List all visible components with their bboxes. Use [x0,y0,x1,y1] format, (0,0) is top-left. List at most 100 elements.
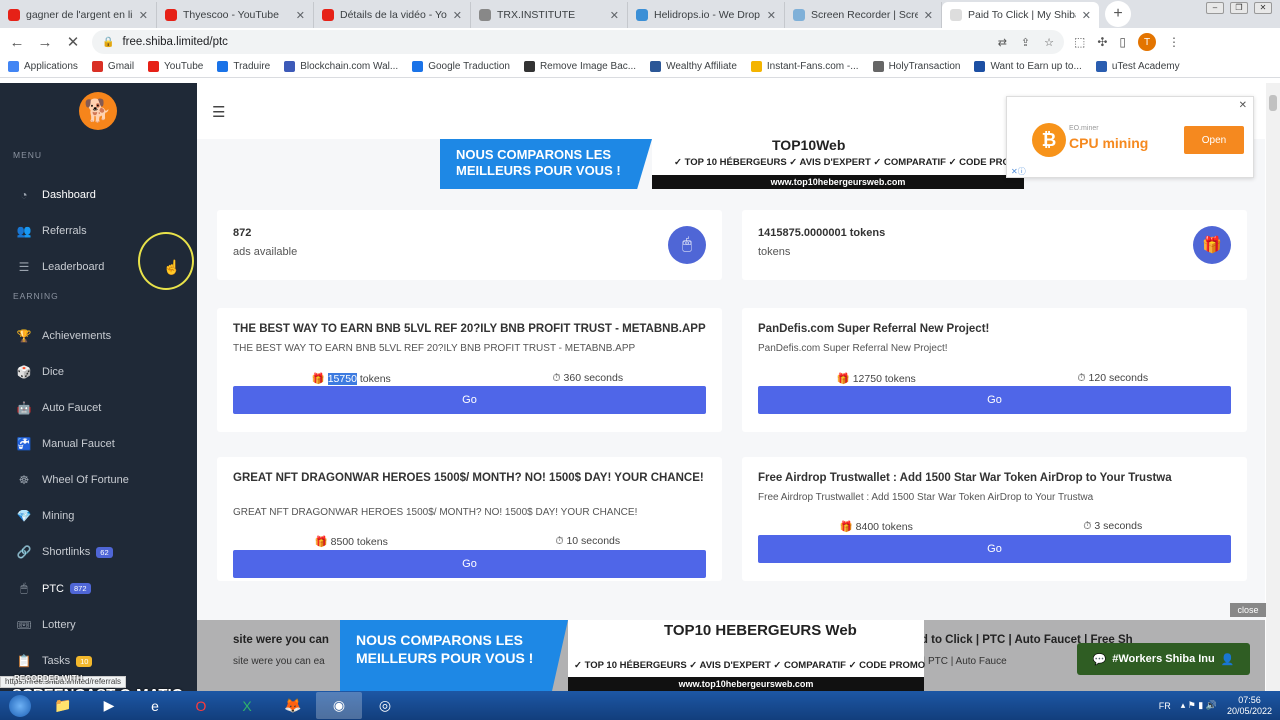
bookmark-item[interactable]: HolyTransaction [872,61,960,72]
close-window-button[interactable]: ✕ [1254,2,1272,14]
close-tab-icon[interactable]: ✕ [453,9,462,22]
bookmark-item[interactable]: YouTube [148,61,203,72]
browser-tab[interactable]: Helidrops.io - We Drop ✕ [628,2,785,28]
clock[interactable]: 07:56 20/05/2022 [1227,695,1272,717]
browser-tab[interactable]: gagner de l'argent en lig ✕ [0,2,157,28]
recorder-taskbar-icon[interactable]: ◎ [362,692,408,719]
bookmark-item[interactable]: Wealthy Affiliate [650,61,737,72]
duration-value: 10 seconds [566,535,621,547]
top-ad-banner[interactable]: NOUS COMPARONS LES MEILLEURS POUR VOUS !… [440,137,1024,189]
start-button[interactable] [0,692,40,720]
browser-tab[interactable]: TRX.INSTITUTE ✕ [471,2,628,28]
scrollbar-thumb[interactable] [1269,95,1277,111]
reward-amount: 15750 [327,373,357,385]
go-button[interactable]: Go [758,386,1231,414]
opera-taskbar-icon[interactable]: O [178,692,224,719]
excel-taskbar-icon[interactable]: X [224,692,270,719]
bookmark-item[interactable]: Blockchain.com Wal... [284,61,398,72]
language-indicator[interactable]: FR [1159,701,1171,711]
sidebar-item-auto-faucet[interactable]: 🤖 Auto Faucet [16,401,102,415]
lock-icon[interactable]: 🔒 [102,37,114,48]
close-tab-icon[interactable]: ✕ [139,9,148,22]
sidebar-item-leaderboard[interactable]: ☰ Leaderboard [16,260,105,274]
tray-icons[interactable]: ▴ ⚑ ▮ 🔊 [1181,700,1217,711]
sidebar-item-mining[interactable]: 💎 Mining [16,509,75,523]
sidebar-item-dice[interactable]: 🎲 Dice [16,365,65,379]
go-button[interactable]: Go [233,386,706,414]
share-icon[interactable]: ⇪ [1021,36,1030,49]
stop-icon[interactable]: ✕ [64,33,82,51]
back-icon[interactable]: ← [8,34,26,51]
favicon-icon [322,9,334,21]
dice-icon: 🎲 [16,365,32,379]
profile-avatar[interactable]: T [1138,33,1157,51]
close-tab-icon[interactable]: ✕ [924,9,933,22]
banner-headline: NOUS COMPARONS LES MEILLEURS POUR VOUS ! [440,139,652,189]
minimize-button[interactable]: – [1206,2,1224,14]
media-taskbar-icon[interactable]: ▶ [86,692,132,719]
adchoices-icon[interactable]: ✕ⓘ [1011,166,1026,177]
sidebar-item-wheel-of-fortune[interactable]: ☸ Wheel Of Fortune [16,473,129,487]
go-button[interactable]: Go [758,535,1231,563]
close-tab-icon[interactable]: ✕ [767,9,776,22]
close-tab-icon[interactable]: ✕ [1082,9,1091,22]
gift-icon: 🎁 [311,373,328,385]
translate-icon[interactable]: ⇄ [998,36,1007,49]
sidebar-item-referrals[interactable]: 👥 Referrals [16,224,87,238]
reward-unit: tokens [884,373,916,385]
favicon-icon [165,9,177,21]
bookmark-item[interactable]: Remove Image Bac... [523,61,636,72]
sidepanel-icon[interactable]: ▯ [1119,35,1126,49]
ptc-ad-card: THE BEST WAY TO EARN BNB 5LVL REF 20?ILY… [217,308,722,432]
telegram-chat-button[interactable]: 💬 #Workers Shiba Inu 👤 [1077,643,1250,675]
close-tab-icon[interactable]: ✕ [610,9,619,22]
bookmark-item[interactable]: Traduire [217,61,270,72]
bookmark-item[interactable]: Want to Earn up to... [974,61,1082,72]
ad-description: site were you can ea [233,656,325,667]
browser-tab[interactable]: Thyescoo - YouTube ✕ [157,2,314,28]
stopwatch-icon: ⏱ [555,535,567,547]
sidebar-item-dashboard[interactable]: ◔ Dashboard [16,188,95,202]
bookmark-item[interactable]: Instant-Fans.com -... [750,61,859,72]
menu-kebab-icon[interactable]: ⋮ [1168,35,1180,49]
new-tab-button[interactable]: + [1105,1,1131,27]
firefox-taskbar-icon[interactable]: 🦊 [270,692,316,719]
forward-icon[interactable]: → [36,34,54,51]
close-ad-button[interactable]: close [1230,603,1266,617]
puzzle-icon[interactable]: ✣ [1097,35,1107,49]
sidebar-item-achievements[interactable]: 🏆 Achievements [16,329,112,343]
browser-tab[interactable]: Screen Recorder | Screen ✕ [785,2,942,28]
sidebar-item-ptc[interactable]: 🖱 PTC 872 [16,581,91,596]
bookmark-star-icon[interactable]: ☆ [1044,36,1054,49]
bookmark-item[interactable]: Google Traduction [412,61,510,72]
sidebar-item-lottery[interactable]: 🎟 Lottery [16,618,75,632]
open-button[interactable]: Open [1184,126,1244,154]
shiba-logo[interactable]: 🐕 [79,92,117,130]
extension-icon[interactable]: ⬚ [1074,35,1085,49]
browser-tab[interactable]: Paid To Click | My Shiba ✕ [942,2,1099,28]
go-button[interactable]: Go [233,550,706,578]
sidebar-item-manual-faucet[interactable]: 🚰 Manual Faucet [16,437,115,451]
tab-title: gagner de l'argent en lig [26,9,133,21]
sidebar-item-tasks[interactable]: 📋 Tasks 10 [16,654,93,668]
bottom-ad-banner[interactable]: NOUS COMPARONS LES MEILLEURS POUR VOUS !… [340,620,925,691]
maximize-button[interactable]: ❐ [1230,2,1248,14]
edge-taskbar-icon[interactable]: e [132,692,178,719]
cpu-mining-popup-ad[interactable]: ✕ ₿ EO.miner CPU mining Open ✕ⓘ [1006,96,1254,178]
page-scrollbar[interactable] [1266,83,1280,691]
close-tab-icon[interactable]: ✕ [296,9,305,22]
close-icon[interactable]: ✕ [1239,100,1247,111]
chrome-taskbar-icon[interactable]: ◉ [316,692,362,719]
explorer-taskbar-icon[interactable]: 📁 [40,692,86,719]
sidebar-item-shortlinks[interactable]: 🔗 Shortlinks 62 [16,545,113,559]
sidebar-item-label: Tasks [42,655,71,667]
bookmark-label: Gmail [107,61,135,72]
bookmark-item[interactable]: Gmail [91,61,135,72]
bookmark-item[interactable]: uTest Academy [1095,61,1180,72]
bookmark-label: Instant-Fans.com -... [766,61,859,72]
hamburger-menu-icon[interactable]: ☰ [212,103,225,121]
browser-tab[interactable]: Détails de la vidéo - You ✕ [314,2,471,28]
bookmark-item[interactable]: Applications [8,61,78,72]
stat-label: ads available [233,246,298,258]
address-bar[interactable]: 🔒 free.shiba.limited/ptc ⇄ ⇪ ☆ [92,30,1064,54]
